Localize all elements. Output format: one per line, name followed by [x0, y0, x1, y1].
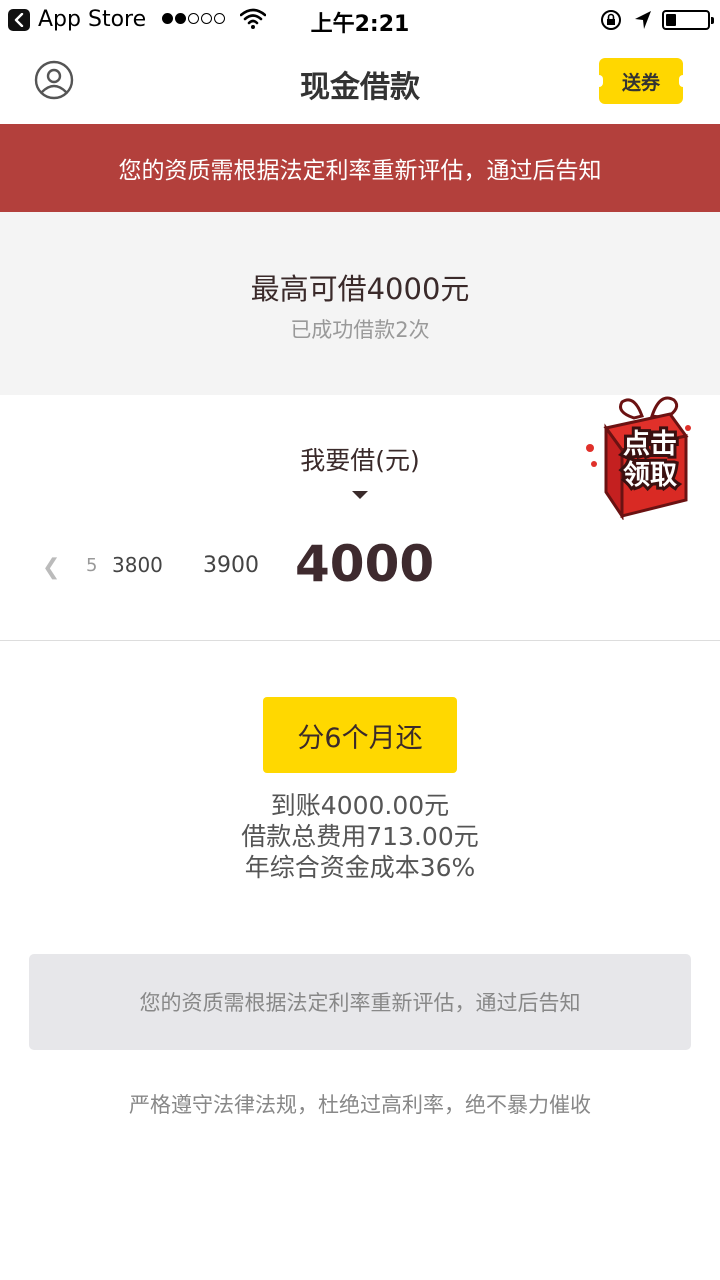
total-fee-text: 借款总费用713.00元 — [241, 822, 479, 851]
rotation-lock-icon — [601, 10, 621, 30]
annual-cost-text: 年综合资金成本36% — [244, 853, 476, 882]
loan-limit-section: 最高可借4000元 已成功借款2次 — [0, 212, 720, 395]
gift-label-line2: 领取 — [623, 460, 677, 491]
amount-option-partial[interactable]: 5 — [86, 555, 97, 576]
received-amount-text: 到账4000.00元 — [270, 791, 450, 820]
gift-box-icon[interactable]: 点击 领取 — [582, 388, 694, 520]
alert-banner: 您的资质需根据法定利率重新评估，通过后告知 — [0, 124, 720, 212]
max-limit-text: 最高可借4000元 — [250, 272, 470, 306]
status-bar: App Store 上午2:21 — [0, 0, 720, 40]
battery-icon — [662, 10, 714, 30]
loan-count-text: 已成功借款2次 — [290, 318, 430, 342]
installment-button[interactable]: 分6个月还 — [263, 697, 457, 773]
notice-message: 您的资质需根据法定利率重新评估，通过后告知 — [139, 991, 581, 1015]
location-arrow-icon — [635, 11, 651, 29]
alert-message: 您的资质需根据法定利率重新评估，通过后告知 — [118, 158, 602, 184]
footer-text: 严格遵守法律法规，杜绝过高利率，绝不暴力催收 — [129, 1093, 591, 1117]
selected-amount[interactable]: 4000 — [295, 535, 434, 593]
nav-bar: 现金借款 送券 — [0, 40, 720, 124]
amount-option[interactable]: 3800 — [112, 553, 163, 577]
notice-box[interactable]: 您的资质需根据法定利率重新评估，通过后告知 — [29, 954, 691, 1050]
coupon-button[interactable]: 送券 — [595, 58, 687, 104]
selector-pointer-icon — [352, 491, 368, 499]
amount-option[interactable]: 3900 — [203, 553, 259, 578]
chevron-left-icon[interactable]: ❮ — [42, 555, 60, 580]
loan-details: 到账4000.00元 借款总费用713.00元 年综合资金成本36% — [0, 790, 720, 883]
gift-label-line1: 点击 — [623, 429, 677, 460]
